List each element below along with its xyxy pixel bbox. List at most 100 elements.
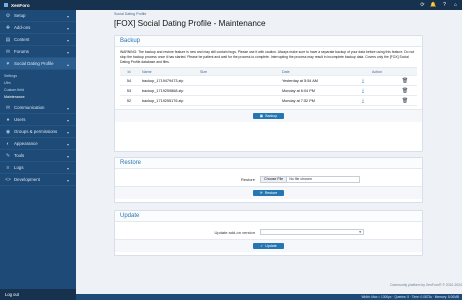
backup-table: Id Name Size Date Action 54 backup_17194… — [120, 67, 419, 107]
chevron-down-icon: ▾ — [67, 50, 70, 55]
sidebar-item-forums[interactable]: ✉ Forums ▾ — [0, 46, 76, 58]
breadcrumb[interactable]: Social Dating Profile — [114, 12, 146, 16]
backup-footer: ▣ Backup — [115, 109, 422, 123]
column-id[interactable]: Id — [120, 70, 138, 74]
column-name[interactable]: Name — [138, 70, 196, 74]
trash-icon[interactable]: 🗑 — [402, 88, 408, 94]
update-label: Update add-on version — [214, 229, 255, 235]
download-action[interactable]: ⤓ — [335, 78, 391, 84]
sidebar-item-appearance[interactable]: ◐ Appearance ▾ — [0, 138, 76, 150]
backup-panel: Backup WARNING: The backup and restore f… — [114, 35, 423, 152]
subitem-maintenance[interactable]: Maintenance — [0, 93, 76, 100]
trash-icon[interactable]: 🗑 — [402, 98, 408, 104]
update-row: Update add-on version ▾ — [115, 225, 422, 239]
delete-action[interactable]: 🗑 — [391, 98, 419, 104]
user-icon: ● — [6, 116, 10, 123]
table-row: 52 backup_1719255176.zip Monday at 7:52 … — [120, 96, 419, 107]
check-icon: ✓ — [260, 244, 264, 248]
home-icon[interactable]: ⌂ — [453, 2, 458, 8]
paint-icon: ◐ — [6, 140, 10, 147]
sidebar-item-label: Communication — [14, 105, 45, 110]
tool-icon: ✎ — [5, 152, 11, 159]
restore-button[interactable]: ⟳ Restore — [252, 190, 285, 196]
sidebar-item-label: Forums — [14, 49, 29, 54]
file-status: No file chosen — [289, 177, 312, 181]
sidebar-item-users[interactable]: ● Users ▾ — [0, 114, 76, 126]
sidebar-item-logs[interactable]: ≡ Logs ▾ — [0, 162, 76, 174]
delete-action[interactable]: 🗑 — [391, 78, 419, 84]
page-footer: Community platform by XenForo® © 2010-20… — [76, 282, 462, 300]
doc-icon: ▤ — [5, 36, 11, 43]
column-size[interactable]: Size — [196, 70, 278, 74]
brand[interactable]: XenForo — [4, 3, 30, 8]
subitem-ufm[interactable]: Ufm — [0, 79, 76, 86]
chevron-down-icon: ▾ — [359, 230, 361, 234]
download-icon[interactable]: ⤓ — [362, 78, 364, 84]
code-icon: <> — [5, 176, 11, 183]
powered-by[interactable]: Community platform by XenForo® © 2010-20… — [390, 283, 462, 287]
sidebar-item-social-dating-profile[interactable]: ♥ Social Dating Profile ▴ — [0, 58, 76, 70]
row-date: Monday at 7:52 PM — [282, 98, 315, 103]
column-date[interactable]: Date — [278, 70, 335, 74]
subitem-custom-field[interactable]: Custom field — [0, 86, 76, 93]
choose-file-button[interactable]: Choose File — [261, 176, 288, 182]
table-row: 53 backup_1719259868.zip Monday at 6:04 … — [120, 86, 419, 97]
logout-link[interactable]: Log out — [0, 289, 76, 300]
row-id: 52 — [126, 98, 132, 103]
update-button[interactable]: ✓ Update — [253, 243, 284, 249]
debug-bar: Width: Max = 1300px · Queries: 5 · Time:… — [76, 294, 462, 300]
row-date: Yesterday at 5:54 AM — [282, 78, 318, 83]
row-name: backup_1719255176.zip — [142, 98, 184, 103]
topbar-actions: ⟳ 🔔 ? ⌂ — [420, 2, 458, 8]
group-icon: ◉ — [5, 128, 11, 135]
sidebar-item-add-ons[interactable]: ✚ Add-ons ▾ — [0, 22, 76, 34]
sidebar-item-content[interactable]: ▤ Content ▾ — [0, 34, 76, 46]
sidebar-item-tools[interactable]: ✎ Tools ▾ — [0, 150, 76, 162]
heart-icon: ♥ — [6, 60, 10, 67]
save-icon: ▣ — [259, 114, 264, 119]
gear-icon: ⚙ — [5, 12, 11, 19]
row-date: Monday at 6:04 PM — [282, 88, 315, 93]
chevron-down-icon: ▾ — [67, 118, 70, 123]
restore-label: Restore — [240, 176, 255, 182]
column-action: Action — [372, 69, 382, 74]
update-heading: Update — [115, 211, 422, 222]
sidebar-item-label: Add-ons — [14, 25, 31, 30]
backup-button-label: Backup — [265, 114, 278, 119]
row-id: 53 — [126, 88, 132, 93]
logo-icon — [4, 3, 8, 7]
table-header: Id Name Size Date Action — [120, 67, 417, 77]
sidebar-item-label: Development — [14, 177, 40, 182]
sidebar-item-label: Setup — [14, 13, 26, 18]
chevron-down-icon: ▾ — [67, 26, 70, 31]
version-select[interactable]: ▾ — [260, 229, 364, 235]
file-input[interactable]: Choose File No file chosen — [260, 175, 360, 183]
delete-action[interactable]: 🗑 — [391, 88, 419, 94]
bell-icon[interactable]: 🔔 — [430, 2, 436, 8]
help-icon[interactable]: ? — [442, 2, 447, 8]
refresh-icon[interactable]: ⟳ — [420, 2, 425, 8]
restore-heading: Restore — [115, 158, 422, 169]
restore-panel: Restore Restore Choose File No file chos… — [114, 157, 423, 203]
download-action[interactable]: ⤓ — [335, 88, 391, 94]
download-icon[interactable]: ⤓ — [362, 98, 364, 104]
restore-row: Restore Choose File No file chosen — [115, 172, 422, 186]
chat-icon: ✉ — [5, 48, 11, 55]
submenu: Settings Ufm Custom field Maintenance — [0, 70, 76, 102]
chevron-down-icon: ▾ — [67, 154, 70, 159]
download-action[interactable]: ⤓ — [335, 98, 391, 104]
sidebar: ⚙ Setup ▾ ✚ Add-ons ▾ ▤ Content ▾ ✉ Forums ▾ ♥ So… — [0, 10, 76, 300]
chevron-down-icon: ▾ — [67, 106, 70, 111]
sidebar-item-groups[interactable]: ◉ Groups & permissions ▾ — [0, 126, 76, 138]
download-icon[interactable]: ⤓ — [362, 88, 364, 94]
brand-name: XenForo — [11, 2, 30, 8]
sidebar-item-setup[interactable]: ⚙ Setup ▾ — [0, 10, 76, 22]
subitem-settings[interactable]: Settings — [0, 72, 76, 79]
sidebar-item-development[interactable]: <> Development ▾ — [0, 174, 76, 186]
sidebar-item-label: Appearance — [14, 141, 38, 146]
backup-warning: WARNING: The backup and restore feature … — [120, 50, 415, 64]
sidebar-item-communication[interactable]: ✉ Communication ▾ — [0, 102, 76, 114]
trash-icon[interactable]: 🗑 — [402, 78, 408, 84]
backup-button[interactable]: ▣ Backup — [252, 113, 285, 120]
update-panel: Update Update add-on version ▾ ✓ Update — [114, 210, 423, 256]
